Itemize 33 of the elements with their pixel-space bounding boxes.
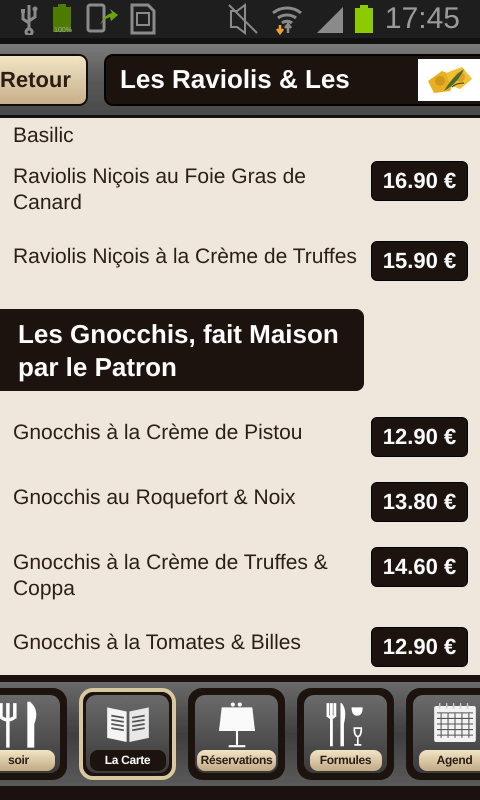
dish-name: Basilic bbox=[13, 123, 75, 149]
nav-tab[interactable]: soir bbox=[0, 688, 67, 780]
tab-label: Réservations bbox=[196, 750, 276, 771]
price-tag: 15.90 € bbox=[371, 241, 468, 281]
dish-name: Raviolis Niçois au Foie Gras de Canard bbox=[13, 164, 307, 216]
section-heading: Les Gnocchis, fait Maison par le Patron bbox=[0, 309, 364, 391]
usb-icon bbox=[18, 3, 40, 35]
dish-name: Gnocchis à la Crème de Truffes & Coppa bbox=[13, 550, 329, 602]
nav-tab[interactable]: Agend bbox=[406, 688, 480, 780]
price-tag: 14.60 € bbox=[371, 547, 468, 587]
sim-card-icon bbox=[130, 3, 156, 35]
dish-name: Gnocchis à la Crème de Pistou bbox=[13, 420, 304, 446]
price-tag: 12.90 € bbox=[371, 417, 468, 457]
dish-name: Raviolis Niçois à la Crème de Truffes bbox=[13, 244, 358, 270]
battery-icon bbox=[52, 4, 72, 32]
battery-icon bbox=[354, 5, 373, 33]
phone-sync-icon bbox=[86, 3, 118, 35]
dish-name: Gnocchis à la Tomates & Billes bbox=[13, 630, 302, 656]
price-tag: 12.90 € bbox=[371, 627, 468, 667]
clock-time: 17:45 bbox=[384, 1, 460, 37]
tab-label: Formules bbox=[310, 750, 382, 771]
back-button[interactable]: Retour bbox=[0, 54, 88, 106]
price-tag: 13.80 € bbox=[371, 482, 468, 522]
dish-name: Gnocchis au Roquefort & Noix bbox=[13, 485, 296, 511]
page-title: Les Raviolis & Les bbox=[120, 64, 351, 95]
tab-label: soir bbox=[0, 750, 54, 771]
nav-tab[interactable]: Formules bbox=[297, 688, 394, 780]
mute-icon bbox=[226, 3, 259, 35]
price-tag: 16.90 € bbox=[371, 161, 468, 201]
nav-tab[interactable]: Réservations bbox=[188, 688, 285, 780]
nav-tab[interactable]: La Carte bbox=[79, 688, 176, 780]
tab-label: Agend bbox=[418, 750, 480, 771]
tab-label: La Carte bbox=[90, 750, 166, 771]
